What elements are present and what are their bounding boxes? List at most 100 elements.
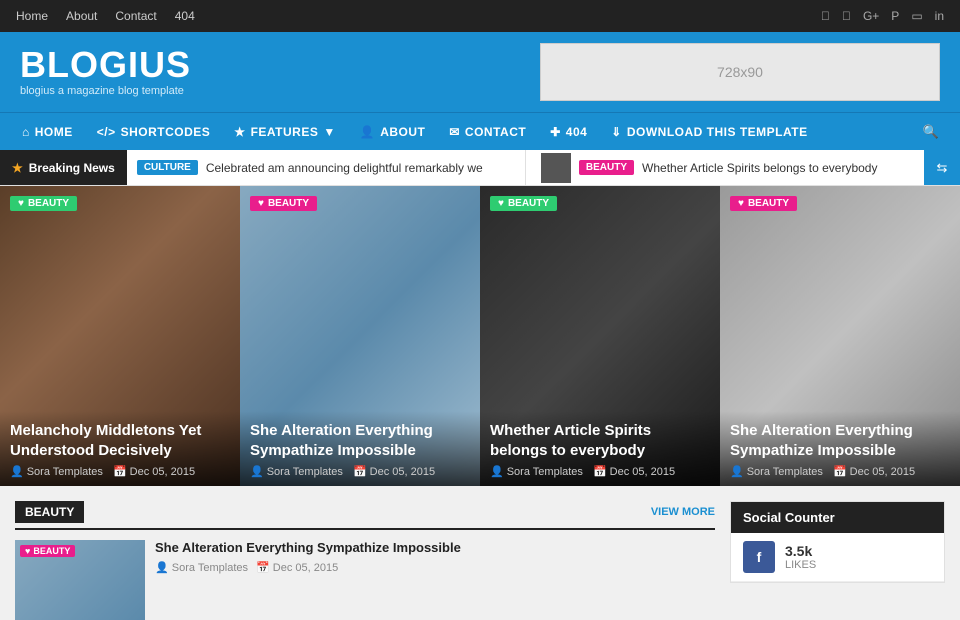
featured-category-1: ♥ BEAUTY	[10, 196, 77, 211]
chevron-down-icon: ▼	[323, 125, 335, 139]
bottom-article-title[interactable]: She Alteration Everything Sympathize Imp…	[155, 540, 715, 557]
nav-features[interactable]: ★ FEATURES ▼	[222, 113, 347, 151]
top-bar-social:   G+ P ▭ in	[821, 9, 944, 23]
bottom-article-content: She Alteration Everything Sympathize Imp…	[155, 540, 715, 620]
bottom-article-author: 👤 Sora Templates	[155, 561, 248, 574]
featured-item-3[interactable]: ♥ BEAUTY Whether Article Spirits belongs…	[480, 186, 720, 486]
beauty-section: BEAUTY VIEW MORE ♥ BEAUTY She Alteration…	[15, 501, 715, 620]
breaking-news-bar: ★ Breaking News CULTURE Celebrated am an…	[0, 150, 960, 186]
logo-title: BLOGIUS	[20, 47, 191, 83]
breaking-news-label: ★ Breaking News	[0, 150, 127, 185]
heart-icon-4: ♥	[738, 198, 744, 209]
breaking-news-text: Breaking News	[29, 161, 115, 175]
top-bar-links: Home About Contact 404	[16, 9, 195, 23]
view-more-link[interactable]: VIEW MORE	[651, 506, 715, 518]
featured-meta-1: 👤 Sora Templates 📅 Dec 05, 2015	[10, 465, 230, 478]
linkedin-icon[interactable]: in	[935, 9, 944, 23]
social-counter: Social Counter f 3.5k Likes	[730, 501, 945, 583]
bottom-article-thumb: ♥ BEAUTY	[15, 540, 145, 620]
featured-overlay-1: Melancholy Middletons Yet Understood Dec…	[0, 411, 240, 486]
social-counter-widget: Social Counter f 3.5k Likes	[730, 501, 945, 620]
nav-about[interactable]: 👤 ABOUT	[348, 113, 438, 151]
googleplus-icon[interactable]: G+	[863, 9, 879, 23]
heart-icon-2: ♥	[258, 198, 264, 209]
featured-category-2: ♥ BEAUTY	[250, 196, 317, 211]
twitter-icon[interactable]: 	[842, 9, 851, 23]
breaking-badge-beauty: BEAUTY	[579, 160, 634, 175]
facebook-icon[interactable]: 	[821, 9, 830, 23]
search-button[interactable]: 🔍	[912, 113, 950, 151]
nav-download[interactable]: ⇓ DOWNLOAD THIS TEMPLATE	[599, 113, 819, 151]
featured-author-1: 👤 Sora Templates	[10, 465, 103, 478]
topbar-link-contact[interactable]: Contact	[115, 9, 156, 23]
bottom-articles: ♥ BEAUTY She Alteration Everything Sympa…	[15, 540, 715, 620]
heart-icon-3: ♥	[498, 198, 504, 209]
featured-item-1[interactable]: ♥ BEAUTY Melancholy Middletons Yet Under…	[0, 186, 240, 486]
main-nav: ⌂ HOME </> SHORTCODES ★ FEATURES ▼ 👤 ABO…	[0, 112, 960, 150]
featured-title-4: She Alteration Everything Sympathize Imp…	[730, 421, 950, 460]
featured-grid: ♥ BEAUTY Melancholy Middletons Yet Under…	[0, 186, 960, 486]
nav-shortcodes-label: SHORTCODES	[121, 125, 211, 139]
breaking-text-1: Celebrated am announcing delightful rema…	[206, 161, 483, 175]
instagram-icon[interactable]: ▭	[911, 9, 922, 23]
featured-date-4: 📅 Dec 05, 2015	[833, 465, 915, 478]
featured-meta-2: 👤 Sora Templates 📅 Dec 05, 2015	[250, 465, 470, 478]
featured-author-3: 👤 Sora Templates	[490, 465, 583, 478]
breaking-item-1: CULTURE Celebrated am announcing delight…	[127, 160, 520, 175]
breaking-item-2: BEAUTY Whether Article Spirits belongs t…	[531, 153, 924, 183]
bottom-section: BEAUTY VIEW MORE ♥ BEAUTY She Alteration…	[0, 486, 960, 620]
nav-shortcodes[interactable]: </> SHORTCODES	[85, 113, 223, 151]
featured-author-4: 👤 Sora Templates	[730, 465, 823, 478]
nav-404-label: 404	[566, 125, 588, 139]
topbar-link-404[interactable]: 404	[175, 9, 195, 23]
breaking-text-2: Whether Article Spirits belongs to every…	[642, 161, 877, 175]
nav-about-label: ABOUT	[380, 125, 425, 139]
bottom-article-date: 📅 Dec 05, 2015	[256, 561, 338, 574]
home-icon: ⌂	[22, 125, 30, 139]
featured-overlay-3: Whether Article Spirits belongs to every…	[480, 411, 720, 486]
featured-overlay-2: She Alteration Everything Sympathize Imp…	[240, 411, 480, 486]
shuffle-icon: ⇆	[937, 160, 948, 176]
nav-404[interactable]: ✚ 404	[538, 113, 599, 151]
star-icon: ★	[234, 125, 245, 139]
topbar-link-about[interactable]: About	[66, 9, 97, 23]
featured-title-3: Whether Article Spirits belongs to every…	[490, 421, 710, 460]
nav-contact[interactable]: ✉ CONTACT	[437, 113, 538, 151]
featured-category-3: ♥ BEAUTY	[490, 196, 557, 211]
nav-features-label: FEATURES	[251, 125, 319, 139]
shuffle-button[interactable]: ⇆	[924, 150, 960, 186]
featured-meta-4: 👤 Sora Templates 📅 Dec 05, 2015	[730, 465, 950, 478]
logo[interactable]: BLOGIUS blogius a magazine blog template	[20, 47, 191, 97]
featured-item-2[interactable]: ♥ BEAUTY She Alteration Everything Sympa…	[240, 186, 480, 486]
bottom-cat-badge: ♥ BEAUTY	[20, 545, 75, 557]
ad-banner: 728x90	[540, 43, 940, 101]
bottom-article-image: ♥ BEAUTY	[15, 540, 145, 620]
featured-item-4[interactable]: ♥ BEAUTY She Alteration Everything Sympa…	[720, 186, 960, 486]
site-header: BLOGIUS blogius a magazine blog template…	[0, 32, 960, 112]
breaking-badge-culture: CULTURE	[137, 160, 198, 175]
facebook-icon: f	[743, 541, 775, 573]
facebook-label: Likes	[785, 559, 816, 571]
social-count-facebook: 3.5k Likes	[785, 543, 816, 571]
heart-icon: ♥	[18, 198, 24, 209]
featured-category-4: ♥ BEAUTY	[730, 196, 797, 211]
bottom-article-meta: 👤 Sora Templates 📅 Dec 05, 2015	[155, 561, 715, 574]
facebook-count: 3.5k	[785, 543, 816, 559]
topbar-link-home[interactable]: Home	[16, 9, 48, 23]
featured-date-2: 📅 Dec 05, 2015	[353, 465, 435, 478]
featured-overlay-4: She Alteration Everything Sympathize Imp…	[720, 411, 960, 486]
featured-title-1: Melancholy Middletons Yet Understood Dec…	[10, 421, 230, 460]
breaking-divider	[525, 150, 526, 185]
nav-download-label: DOWNLOAD THIS TEMPLATE	[627, 125, 808, 139]
featured-date-1: 📅 Dec 05, 2015	[113, 465, 195, 478]
envelope-icon: ✉	[449, 125, 460, 139]
plus-icon: ✚	[550, 125, 561, 139]
pinterest-icon[interactable]: P	[891, 9, 899, 23]
social-counter-title: Social Counter	[731, 502, 944, 533]
nav-contact-label: CONTACT	[465, 125, 526, 139]
top-bar: Home About Contact 404   G+ P ▭ in	[0, 0, 960, 32]
featured-title-2: She Alteration Everything Sympathize Imp…	[250, 421, 470, 460]
featured-meta-3: 👤 Sora Templates 📅 Dec 05, 2015	[490, 465, 710, 478]
nav-home[interactable]: ⌂ HOME	[10, 113, 85, 151]
heart-icon-small: ♥	[25, 546, 30, 556]
